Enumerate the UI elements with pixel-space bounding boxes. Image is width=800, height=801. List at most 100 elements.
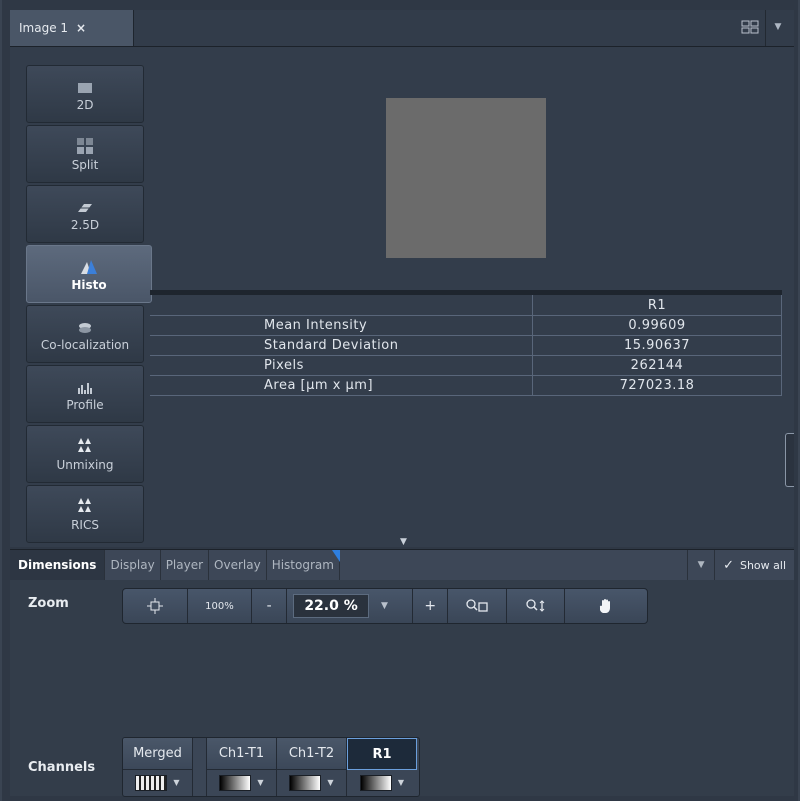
view-mode-label: Profile (66, 398, 104, 412)
channel-name: Ch1-T1 (207, 738, 276, 770)
view-mode-histo-button[interactable]: Histo (26, 245, 152, 303)
channel-name: Merged (123, 738, 192, 770)
view-mode-label: Co-localization (40, 338, 130, 352)
close-icon[interactable]: × (76, 21, 86, 35)
gray-lut-icon (289, 774, 322, 791)
tab-dimensions[interactable]: Dimensions (10, 550, 106, 580)
control-tab-strip: Dimensions Display Player Overlay Histog… (10, 549, 794, 581)
zoom-rectangle-icon (466, 599, 488, 612)
chevron-down-icon: ▼ (397, 778, 405, 787)
zoom-value-group: 22.0 % ▼ (287, 589, 414, 623)
fit-to-window-button[interactable] (123, 589, 188, 623)
profile-icon (77, 376, 93, 394)
image-view-area: 2D Split 2.5D Histo Co-localization Prof… (10, 47, 794, 547)
histogram-view-icon (81, 256, 97, 274)
channel-r1[interactable]: R1 ▼ (347, 738, 417, 796)
zoom-value-field[interactable]: 22.0 % (293, 594, 370, 618)
view-mode-label: 2.5D (70, 218, 100, 232)
channel-name: Ch1-T2 (277, 738, 346, 770)
column-header-r1: R1 (532, 295, 782, 316)
split-view-icon (77, 136, 93, 154)
view-mode-2-5d-button[interactable]: 2.5D (26, 185, 144, 243)
view-mode-unmixing-button[interactable]: Unmixing (26, 425, 144, 483)
lut-selector[interactable]: ▼ (207, 770, 276, 795)
tab-display[interactable]: Display (105, 550, 161, 580)
unmixing-icon (77, 436, 93, 454)
statistics-table: R1 Mean Intensity 0.99609 Standard Devia… (150, 290, 782, 396)
collapse-arrow-icon[interactable]: ▼ (400, 537, 407, 547)
tab-overlay[interactable]: Overlay (209, 550, 267, 580)
gray-lut-icon (359, 774, 392, 791)
view-mode-label: Unmixing (56, 458, 114, 472)
tab-player[interactable]: Player (161, 550, 210, 580)
view-mode-rics-button[interactable]: RICS (26, 485, 144, 543)
2d-view-icon (78, 76, 92, 94)
hand-pan-icon (600, 599, 611, 613)
table-row: Mean Intensity 0.99609 (150, 315, 782, 336)
table-row: Area [µm x µm] 727023.18 (150, 375, 782, 396)
2-5d-view-icon (76, 196, 94, 214)
fit-to-window-icon (146, 598, 163, 614)
channel-ch1-t2[interactable]: Ch1-T2 ▼ (277, 738, 347, 796)
row-label: Pixels (150, 355, 533, 376)
chevron-down-icon: ▼ (257, 778, 264, 787)
pan-button[interactable] (565, 589, 647, 623)
app-window: Image 1 × ▼ 2D Split 2.5D Histo Co-local… (2, 0, 798, 801)
active-indicator-icon (331, 550, 340, 562)
zoom-100-button[interactable]: 100% (188, 589, 253, 623)
view-mode-sidebar: 2D Split 2.5D Histo Co-localization Prof… (26, 65, 152, 545)
channel-ch1-t1[interactable]: Ch1-T1 ▼ (207, 738, 277, 796)
channel-spacer (193, 738, 207, 796)
table-header-row: R1 (150, 295, 782, 316)
lut-selector[interactable]: ▼ (277, 770, 346, 795)
view-mode-label: RICS (71, 518, 99, 532)
table-row: Pixels 262144 (150, 355, 782, 376)
table-row: Standard Deviation 15.90637 (150, 335, 782, 356)
zoom-out-button[interactable]: - (252, 589, 288, 623)
view-mode-split-button[interactable]: Split (26, 125, 144, 183)
chevron-down-icon[interactable]: ▼ (687, 550, 714, 580)
lut-selector[interactable]: ▼ (347, 770, 417, 795)
zoom-vertical-icon (525, 599, 544, 612)
show-all-group: ▼ ✓ Show all (687, 550, 794, 580)
channels-label: Channels (28, 760, 96, 775)
gray-lut-icon (219, 774, 252, 791)
channel-selector: Merged ▼ Ch1-T1 ▼ Ch1-T2 ▼ R1 ▼ (122, 737, 420, 797)
layout-grid-icon[interactable] (740, 18, 760, 36)
document-tab-title: Image 1 (19, 21, 69, 35)
view-mode-colocalization-button[interactable]: Co-localization (26, 305, 144, 363)
chevron-down-icon[interactable]: ▼ (770, 18, 786, 36)
view-mode-2d-button[interactable]: 2D (26, 65, 144, 123)
zoom-toolbar: 100% - 22.0 % ▼ + (122, 588, 648, 624)
chevron-down-icon: ▼ (327, 778, 334, 787)
show-all-toggle[interactable]: ✓ Show all (714, 550, 794, 580)
channel-name: R1 (347, 738, 417, 770)
zoom-label: Zoom (28, 596, 69, 611)
colocalization-icon (78, 316, 92, 334)
show-all-label: Show all (739, 558, 786, 572)
row-value: 0.99609 (532, 315, 782, 336)
view-mode-profile-button[interactable]: Profile (26, 365, 144, 423)
rics-icon (77, 496, 93, 514)
image-preview (386, 98, 546, 258)
dimensions-panel: Zoom 100% - 22.0 % ▼ + Channels Merged ▼… (10, 580, 794, 797)
row-label: Mean Intensity (150, 315, 533, 336)
document-tab-bar: Image 1 × ▼ (10, 10, 794, 47)
view-mode-label: 2D (76, 98, 94, 112)
lut-selector[interactable]: ▼ (123, 770, 192, 795)
channel-merged[interactable]: Merged ▼ (123, 738, 193, 796)
row-value: 262144 (532, 355, 782, 376)
row-value: 727023.18 (532, 375, 782, 396)
tab-histogram[interactable]: Histogram (267, 550, 340, 580)
tab-histogram-label: Histogram (271, 558, 334, 572)
document-tab[interactable]: Image 1 × (10, 10, 134, 46)
zoom-rectangle-button[interactable] (448, 589, 507, 623)
chevron-down-icon: ▼ (173, 778, 180, 787)
row-value: 15.90637 (532, 335, 782, 356)
multicolor-lut-icon (135, 774, 168, 791)
zoom-vertical-button[interactable] (507, 589, 566, 623)
chevron-down-icon[interactable]: ▼ (381, 601, 388, 611)
zoom-in-button[interactable]: + (413, 589, 449, 623)
checkmark-icon: ✓ (723, 557, 734, 573)
side-panel-handle[interactable] (785, 433, 794, 487)
